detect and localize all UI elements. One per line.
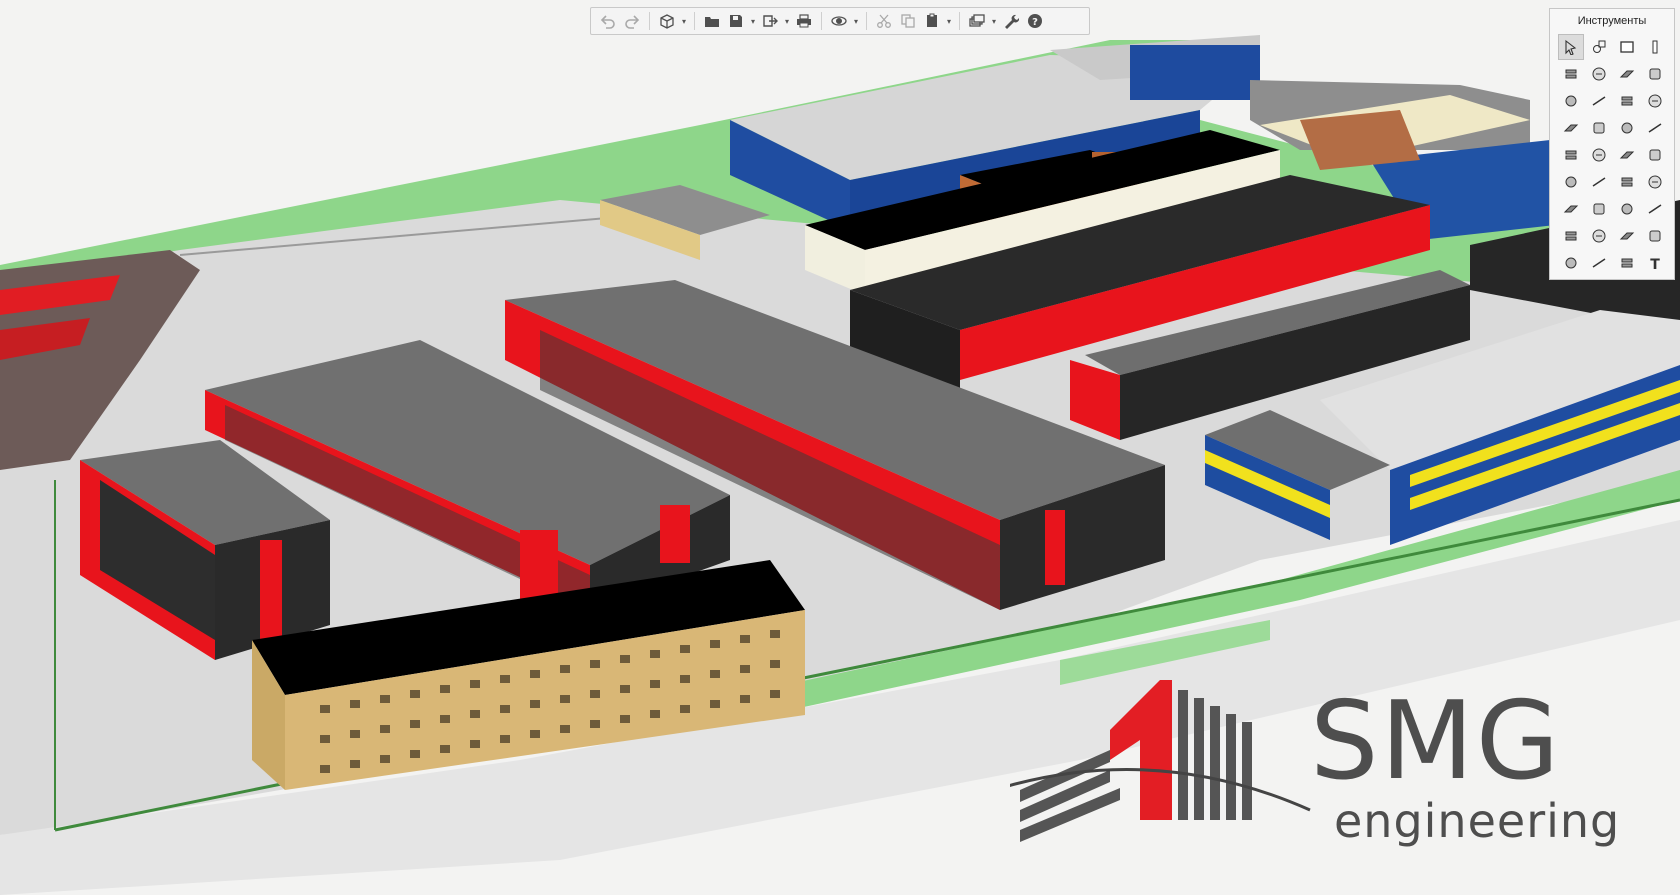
layers-dropdown-icon[interactable]: ▾ [990, 10, 998, 32]
fitting-icon[interactable] [1586, 169, 1612, 195]
arrow-select-icon[interactable] [1558, 34, 1584, 60]
shape-icon[interactable] [1586, 196, 1612, 222]
toolbar-separator [649, 12, 650, 30]
roof-icon[interactable] [1614, 61, 1640, 87]
view-cube-icon[interactable] [656, 10, 678, 32]
beam-icon[interactable] [1586, 61, 1612, 87]
railing-icon[interactable] [1586, 88, 1612, 114]
export-dropdown-icon[interactable]: ▾ [783, 10, 791, 32]
cut-icon[interactable] [873, 10, 895, 32]
toolbar-separator [866, 12, 867, 30]
center-row-red-stripe [1045, 510, 1065, 585]
save-dropdown-icon[interactable]: ▾ [749, 10, 757, 32]
rotate-icon[interactable] [1614, 196, 1640, 222]
open-folder-icon[interactable] [701, 10, 723, 32]
truss-icon[interactable] [1558, 115, 1584, 141]
blue-warehouse-annex [1130, 45, 1260, 100]
pipe-icon[interactable] [1642, 115, 1668, 141]
toolbar-separator [694, 12, 695, 30]
tag-icon[interactable] [1614, 250, 1640, 276]
sphere-icon[interactable] [1586, 223, 1612, 249]
boiler-icon[interactable] [1586, 142, 1612, 168]
3d-viewport[interactable]: ▾ ▾ ▾ ▾ ▾ ▾ ? Инструменты T SMG engineer… [0, 0, 1680, 895]
svg-text:?: ? [1032, 17, 1038, 28]
cabinet-icon[interactable] [1642, 223, 1668, 249]
duct-icon[interactable] [1642, 142, 1668, 168]
angle-icon[interactable] [1586, 250, 1612, 276]
text-icon[interactable]: T [1642, 250, 1668, 276]
equipment-icon[interactable] [1558, 142, 1584, 168]
orbit-dropdown-icon[interactable]: ▾ [852, 10, 860, 32]
section-icon[interactable] [1614, 223, 1640, 249]
print-icon[interactable] [793, 10, 815, 32]
svg-text:T: T [1650, 257, 1660, 271]
orbit-icon[interactable] [828, 10, 850, 32]
box-icon[interactable] [1642, 196, 1668, 222]
logo-subtitle: engineering [1334, 794, 1621, 848]
redo-icon[interactable] [621, 10, 643, 32]
slab-icon[interactable] [1558, 61, 1584, 87]
elbow-icon[interactable] [1642, 169, 1668, 195]
help-icon[interactable]: ? [1024, 10, 1046, 32]
column-icon[interactable] [1642, 34, 1668, 60]
pencil-icon[interactable] [1642, 61, 1668, 87]
fan-icon[interactable] [1614, 169, 1640, 195]
brown-roof-building [1300, 110, 1420, 170]
stair-icon[interactable] [1558, 88, 1584, 114]
panel-icon[interactable] [1558, 223, 1584, 249]
valve-icon[interactable] [1614, 142, 1640, 168]
wrench-icon[interactable] [1000, 10, 1022, 32]
window-icon[interactable] [1642, 88, 1668, 114]
pump-icon[interactable] [1558, 169, 1584, 195]
toolbar-separator [959, 12, 960, 30]
left-block-red-stripe [260, 540, 282, 640]
tools-panel-title: Инструменты [1577, 15, 1647, 27]
logo-name: SMG [1310, 679, 1562, 804]
tools-panel: Инструменты T [1549, 8, 1675, 280]
gear-pump-icon[interactable] [1558, 196, 1584, 222]
save-icon[interactable] [725, 10, 747, 32]
line-icon[interactable] [1586, 115, 1612, 141]
door-icon[interactable] [1614, 88, 1640, 114]
left-row-red-stripe-2 [660, 505, 690, 563]
paste-dropdown-icon[interactable]: ▾ [945, 10, 953, 32]
export-icon[interactable] [759, 10, 781, 32]
main-toolbar: ▾ ▾ ▾ ▾ ▾ ▾ ? [590, 7, 1090, 35]
dimension-icon[interactable] [1558, 250, 1584, 276]
view-cube-dropdown-icon[interactable]: ▾ [680, 10, 688, 32]
figure-icon[interactable] [1614, 115, 1640, 141]
copy-icon[interactable] [897, 10, 919, 32]
toolbar-separator [821, 12, 822, 30]
undo-icon[interactable] [597, 10, 619, 32]
tools-grid: T [1550, 31, 1674, 276]
left-row-red-stripe [520, 530, 558, 600]
layers-icon[interactable] [966, 10, 988, 32]
paste-icon[interactable] [921, 10, 943, 32]
node-edit-icon[interactable] [1586, 34, 1612, 60]
rectangle-icon[interactable] [1614, 34, 1640, 60]
